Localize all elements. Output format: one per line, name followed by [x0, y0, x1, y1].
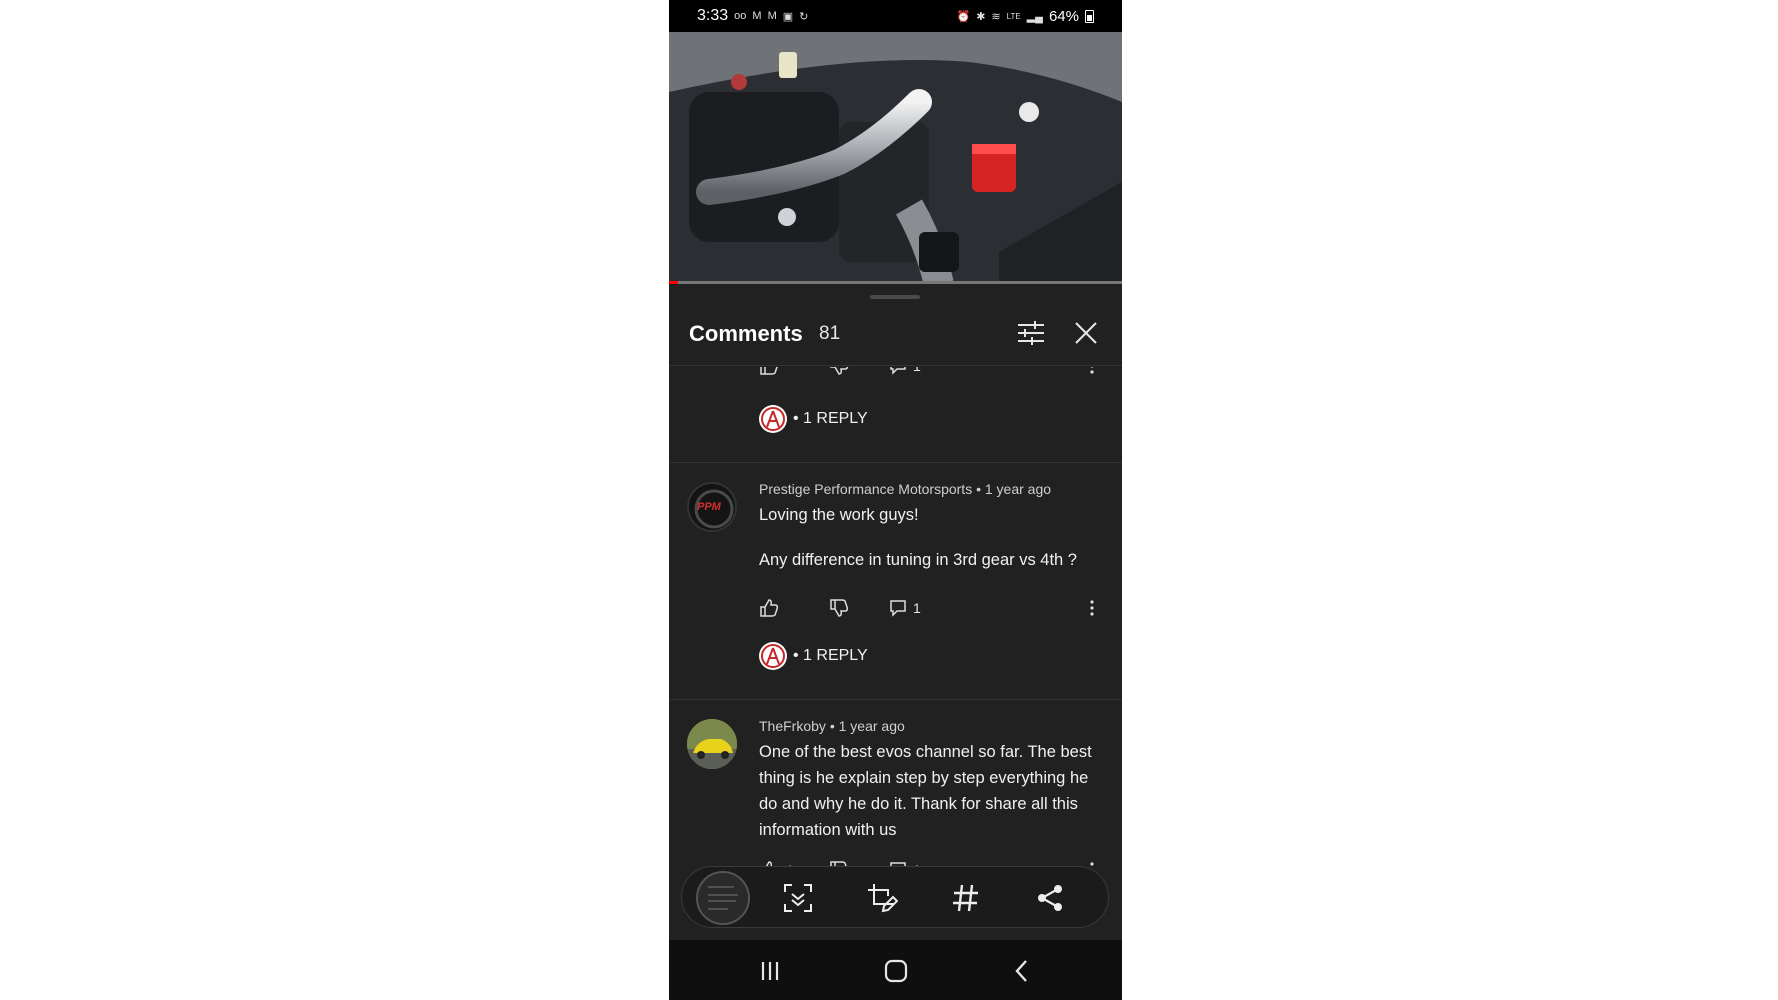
more-options-icon[interactable] — [1089, 599, 1095, 617]
home-icon[interactable] — [883, 958, 909, 984]
comment-meta: TheFrkoby • 1 year ago — [759, 718, 905, 734]
creator-avatar — [759, 642, 787, 670]
like-icon[interactable] — [759, 599, 779, 617]
dislike-icon[interactable] — [829, 599, 849, 617]
thumbnail-preview-icon — [698, 873, 748, 923]
reply-count-button[interactable]: 1 — [889, 367, 921, 375]
more-options-icon[interactable] — [1089, 367, 1095, 375]
comment-author[interactable]: TheFrkoby — [759, 718, 826, 734]
like-icon[interactable] — [759, 367, 779, 375]
scroll-capture-icon[interactable] — [782, 882, 814, 914]
view-replies-button[interactable]: • 1 REPLY — [759, 642, 868, 670]
voicemail-icon: oo — [734, 10, 747, 22]
dislike-icon[interactable] — [829, 367, 849, 375]
alarm-icon: ⏰ — [956, 10, 971, 23]
comment-time: • 1 year ago — [829, 718, 905, 734]
sync-icon: ↻ — [799, 10, 809, 23]
comment-author[interactable]: Prestige Performance Motorsports — [759, 481, 972, 497]
gmail-icon: M — [752, 10, 762, 22]
recent-apps-icon[interactable] — [757, 958, 783, 984]
battery-icon — [1085, 9, 1094, 23]
hashtag-icon[interactable] — [950, 882, 982, 914]
reply-count: 1 — [913, 367, 921, 374]
phone-screen: 3:33 oo M M ▣ ↻ ⏰ ✱ ≋ LTE ▂▄ 64% Comment… — [669, 0, 1122, 1000]
share-icon[interactable] — [1034, 882, 1066, 914]
reply-count: 1 — [913, 600, 921, 616]
sort-filter-icon[interactable] — [1016, 320, 1046, 346]
avatar[interactable]: PPM — [687, 482, 737, 532]
status-time: 3:33 — [697, 7, 729, 24]
wifi-icon: ≋ — [991, 10, 1001, 23]
comment-text: Any difference in tuning in 3rd gear vs … — [759, 551, 1077, 569]
comment-meta: Prestige Performance Motorsports • 1 yea… — [759, 481, 1051, 497]
bluetooth-icon: ✱ — [976, 10, 986, 23]
back-icon[interactable] — [1009, 958, 1035, 984]
yellow-car-avatar-icon — [687, 719, 737, 769]
more-options-icon[interactable] — [1089, 861, 1095, 867]
divider — [669, 462, 1122, 463]
reply-label: • 1 REPLY — [793, 647, 868, 664]
comments-title: Comments — [689, 321, 803, 346]
view-replies-button[interactable]: • 1 REPLY — [759, 405, 868, 433]
engine-bay-image — [669, 32, 1122, 284]
comment-time: • 1 year ago — [976, 481, 1052, 497]
creator-avatar — [759, 405, 787, 433]
system-nav-bar — [669, 940, 1122, 1000]
comment-icon — [890, 367, 906, 375]
comment-icon — [890, 600, 906, 617]
creator-logo-icon — [761, 407, 785, 431]
avatar-text: PPM — [697, 501, 721, 513]
gmail-icon: M — [767, 10, 777, 22]
divider — [669, 699, 1122, 700]
creator-logo-icon — [761, 644, 785, 668]
comments-list[interactable]: 1 • 1 REPLY PPM Prestige Performan — [669, 367, 1122, 867]
status-bar: 3:33 oo M M ▣ ↻ ⏰ ✱ ≋ LTE ▂▄ 64% — [669, 0, 1122, 32]
comments-count: 81 — [819, 323, 841, 344]
drag-handle[interactable] — [870, 295, 920, 299]
screenshot-thumbnail[interactable] — [696, 871, 750, 925]
reply-label: • 1 REPLY — [793, 410, 868, 427]
lte-icon: LTE — [1006, 11, 1021, 21]
avatar[interactable] — [687, 719, 737, 769]
gallery-icon: ▣ — [782, 10, 794, 23]
video-player[interactable] — [669, 32, 1122, 284]
battery-percent: 64% — [1048, 7, 1079, 25]
screenshot-toolbar — [681, 866, 1109, 928]
comment-text: One of the best evos channel so far. The… — [759, 743, 1092, 839]
comments-header: Comments 81 — [669, 314, 1122, 366]
close-icon[interactable] — [1073, 320, 1099, 346]
signal-icon: ▂▄ — [1026, 10, 1043, 23]
comment-text: Loving the work guys! — [759, 506, 919, 524]
crop-edit-icon[interactable] — [866, 882, 898, 914]
reply-count-button[interactable]: 1 — [889, 599, 921, 617]
